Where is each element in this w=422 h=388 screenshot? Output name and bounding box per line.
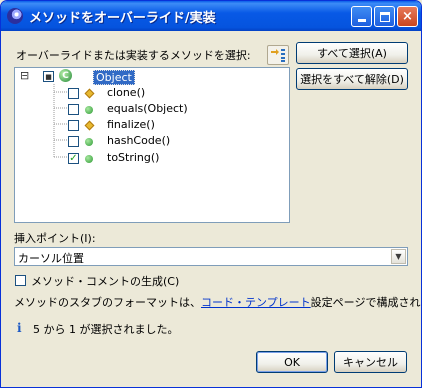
method-checkbox[interactable] xyxy=(68,136,79,147)
insertion-point-value: カーソル位置 xyxy=(18,252,84,265)
title-bar[interactable]: メソッドをオーバーライド/実装 × xyxy=(1,1,421,31)
eclipse-app-icon xyxy=(7,8,23,24)
method-checkbox[interactable] xyxy=(68,88,79,99)
maximize-icon xyxy=(379,11,390,22)
window-title: メソッドをオーバーライド/実装 xyxy=(29,11,216,26)
method-checkbox[interactable] xyxy=(68,104,79,115)
chevron-down-icon: ▼ xyxy=(395,252,402,261)
insertion-point-label: 挿入ポイント(I): xyxy=(14,232,96,245)
methods-tree[interactable]: ⊟ ■ C Object clone() equals(Object) fina… xyxy=(14,67,290,223)
format-note: メソッドのスタブのフォーマットは、コード・テンプレート設定ページで構成されます。 xyxy=(14,294,421,310)
tree-root-object[interactable]: ⊟ ■ C Object xyxy=(15,68,289,85)
public-circle-icon xyxy=(85,155,93,163)
method-item-hashcode[interactable]: hashCode() xyxy=(15,133,289,149)
generate-comments-checkbox[interactable] xyxy=(15,275,26,286)
maximize-button[interactable] xyxy=(374,6,395,27)
minimize-icon xyxy=(357,19,366,22)
method-item-tostring[interactable]: ✓ toString() xyxy=(15,150,289,166)
close-icon: × xyxy=(402,9,413,24)
ok-button[interactable]: OK xyxy=(256,351,328,373)
collapse-icon[interactable]: ⊟ xyxy=(20,69,29,82)
sort-methods-button[interactable] xyxy=(267,45,289,65)
protected-diamond-icon xyxy=(84,120,95,131)
check-mark-icon: ✓ xyxy=(69,152,78,164)
format-note-suffix: 設定ページで構成されます。 xyxy=(310,296,421,309)
dropdown-arrow-button[interactable]: ▼ xyxy=(391,249,406,264)
info-icon: i xyxy=(17,321,22,335)
public-circle-icon xyxy=(85,138,93,146)
method-label: finalize() xyxy=(107,118,155,131)
select-all-button[interactable]: すべて選択(A) xyxy=(296,42,408,64)
deselect-all-button[interactable]: 選択をすべて解除(D) xyxy=(296,68,408,90)
method-item-finalize[interactable]: finalize() xyxy=(15,117,289,133)
method-label: hashCode() xyxy=(107,134,171,147)
method-label: clone() xyxy=(107,86,146,99)
insertion-point-select[interactable]: カーソル位置 ▼ xyxy=(14,247,408,266)
public-circle-icon xyxy=(85,106,93,114)
status-message: 5 から 1 が選択されました。 xyxy=(33,323,179,336)
minimize-button[interactable] xyxy=(351,6,372,27)
close-button[interactable]: × xyxy=(397,6,418,27)
method-label: equals(Object) xyxy=(107,102,188,115)
method-checkbox-checked[interactable]: ✓ xyxy=(68,153,79,164)
dialog-window: メソッドをオーバーライド/実装 × オーバーライドまたは実装するメソッドを選択: xyxy=(0,0,422,388)
method-item-clone[interactable]: clone() xyxy=(15,85,289,101)
class-icon-glyph: C xyxy=(62,70,69,81)
partial-check-mark: ■ xyxy=(45,72,52,81)
method-item-equals[interactable]: equals(Object) xyxy=(15,101,289,117)
cancel-button[interactable]: キャンセル xyxy=(334,351,407,373)
code-template-link[interactable]: コード・テンプレート xyxy=(201,296,311,309)
method-label: toString() xyxy=(107,151,160,164)
object-class-label[interactable]: Object xyxy=(93,70,135,85)
methods-label: オーバーライドまたは実装するメソッドを選択: xyxy=(16,49,251,62)
class-icon: C xyxy=(59,69,72,82)
format-note-prefix: メソッドのスタブのフォーマットは、 xyxy=(14,296,201,309)
root-checkbox[interactable]: ■ xyxy=(43,71,54,82)
generate-comments-label[interactable]: メソッド・コメントの生成(C) xyxy=(31,273,179,289)
protected-diamond-icon xyxy=(84,88,95,99)
method-checkbox[interactable] xyxy=(68,120,79,131)
sort-icon xyxy=(271,49,285,62)
